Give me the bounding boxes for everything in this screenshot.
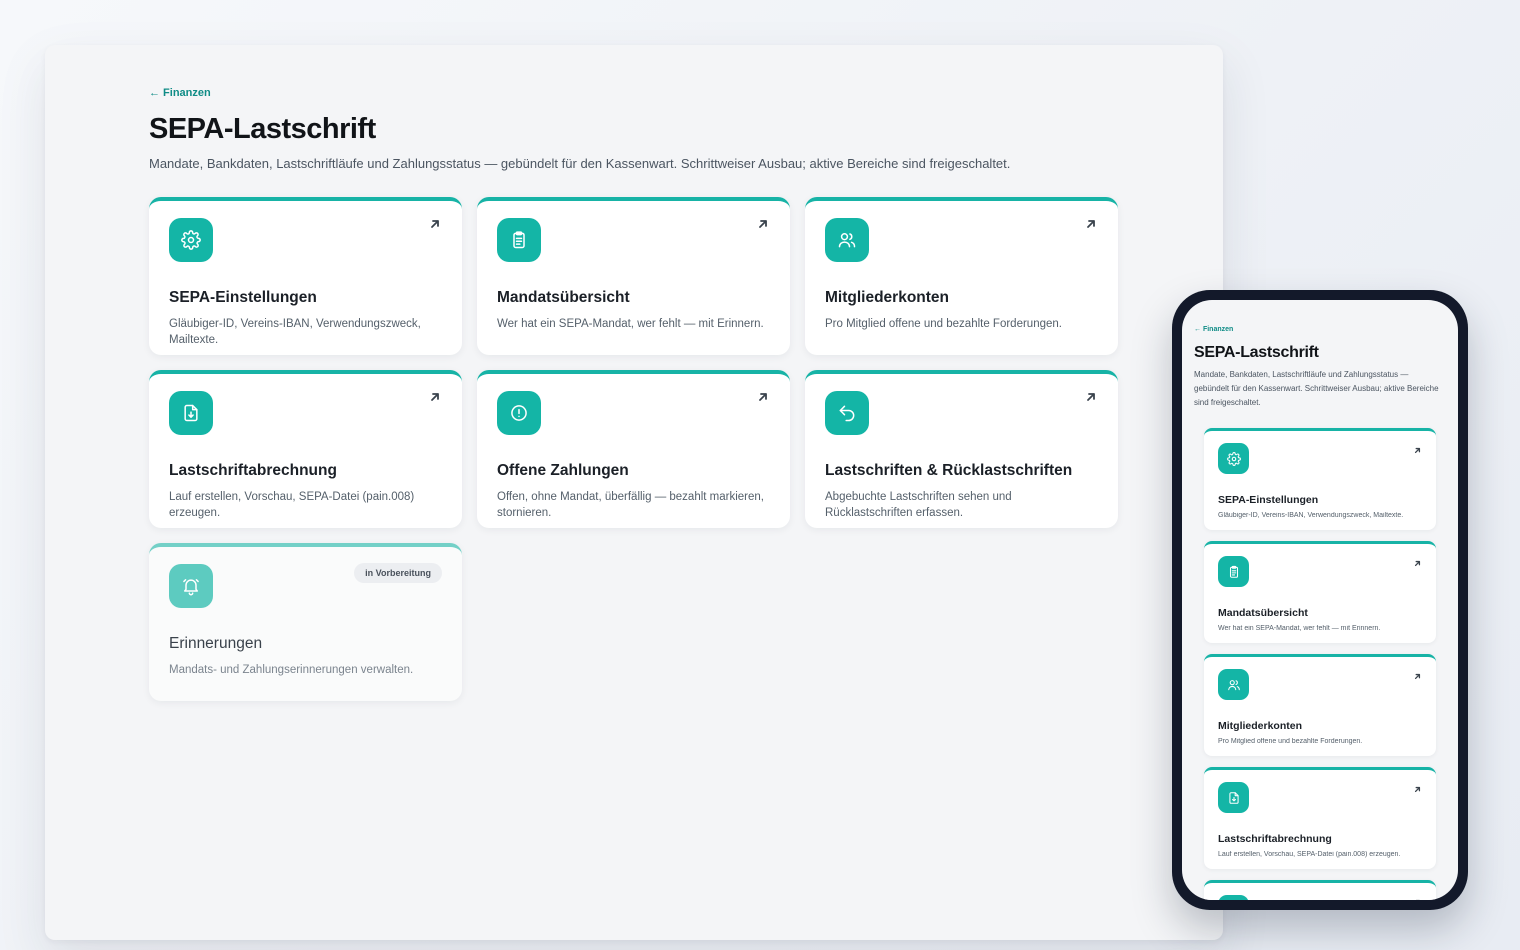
mobile-card-description: Pro Mitglied offene und bezahlte Forderu… [1218,738,1363,745]
mobile-card-title: Mandatsübersicht [1218,607,1308,619]
card-title: Lastschriftabrechnung [169,462,337,479]
card-sepa-einstellungen[interactable]: SEPA-Einstellungen Gläubiger-ID, Vereins… [149,197,462,355]
mobile-preview-frame: ← Finanzen SEPA-Lastschrift Mandate, Ban… [1172,290,1468,910]
mobile-card-mandatsuebersicht[interactable]: Mandatsübersicht Wer hat ein SEPA-Mandat… [1204,541,1436,643]
card-description: Offen, ohne Mandat, überfällig — bezahlt… [497,491,764,519]
card-lastschriften-ruecklastschriften[interactable]: Lastschriften & Rücklastschriften Abgebu… [805,370,1118,528]
arrow-up-right-icon [428,390,442,404]
card-title: Mandatsübersicht [497,289,630,306]
mobile-card-title: Mitgliederkonten [1218,720,1303,732]
users-icon [1218,669,1249,700]
bell-icon [169,564,213,608]
mobile-card-title: SEPA-Einstellungen [1218,494,1319,506]
mobile-back-link-finanzen[interactable]: ← Finanzen [1194,326,1446,333]
card-mitgliederkonten[interactable]: Mitgliederkonten Pro Mitglied offene und… [805,197,1118,355]
mobile-card-description: Wer hat ein SEPA-Mandat, wer fehlt — mit… [1218,625,1381,632]
card-title: SEPA-Einstellungen [169,289,317,306]
card-description: Gläubiger-ID, Vereins-IBAN, Verwendungsz… [169,318,421,346]
mobile-screen: ← Finanzen SEPA-Lastschrift Mandate, Ban… [1182,300,1458,900]
arrow-up-right-icon [756,390,770,404]
page-subtitle: Mandate, Bankdaten, Lastschriftläufe und… [149,156,1011,171]
arrow-up-right-icon [1413,668,1422,680]
desktop-view: ← Finanzen SEPA-Lastschrift Mandate, Ban… [45,45,1223,940]
card-mandatsuebersicht[interactable]: Mandatsübersicht Wer hat ein SEPA-Mandat… [477,197,790,355]
gear-icon [1218,443,1249,474]
mobile-card-offene-zahlungen[interactable] [1204,880,1436,900]
card-description: Mandats- und Zahlungserinnerungen verwal… [169,664,414,676]
mobile-card-description: Lauf erstellen, Vorschau, SEPA-Datei (pa… [1218,851,1401,858]
users-icon [825,218,869,262]
arrow-up-right-icon [1413,555,1422,567]
arrow-up-right-icon [756,217,770,231]
arrow-up-right-icon [428,217,442,231]
card-title: Offene Zahlungen [497,462,629,479]
mobile-card-lastschriftabrechnung[interactable]: Lastschriftabrechnung Lauf erstellen, Vo… [1204,767,1436,869]
card-description: Pro Mitglied offene und bezahlte Forderu… [825,318,1062,330]
alert-circle-icon [497,391,541,435]
card-title: Mitgliederkonten [825,289,950,306]
mobile-card-mitgliederkonten[interactable]: Mitgliederkonten Pro Mitglied offene und… [1204,654,1436,756]
arrow-up-right-icon [1084,390,1098,404]
back-link-finanzen[interactable]: ← Finanzen [149,87,211,99]
status-badge: in Vorbereitung [354,563,442,583]
feature-grid: SEPA-Einstellungen Gläubiger-ID, Vereins… [149,197,1223,701]
card-erinnerungen: in Vorbereitung Erinnerungen Mandats- un… [149,543,462,701]
arrow-up-right-icon [1413,781,1422,793]
undo-icon [825,391,869,435]
gear-icon [169,218,213,262]
mobile-card-title: Lastschriftabrechnung [1218,833,1332,845]
mobile-page-subtitle: Mandate, Bankdaten, Lastschriftläufe und… [1194,370,1439,407]
arrow-up-right-icon [1084,217,1098,231]
card-description: Wer hat ein SEPA-Mandat, wer fehlt — mit… [497,318,764,330]
card-lastschriftabrechnung[interactable]: Lastschriftabrechnung Lauf erstellen, Vo… [149,370,462,528]
card-description: Abgebuchte Lastschriften sehen und Rückl… [825,491,1012,519]
mobile-page-title: SEPA-Lastschrift [1194,344,1319,361]
file-download-icon [1218,782,1249,813]
card-title: Lastschriften & Rücklastschriften [825,462,1073,479]
page-title: SEPA-Lastschrift [149,113,376,145]
clipboard-icon [497,218,541,262]
file-download-icon [169,391,213,435]
card-offene-zahlungen[interactable]: Offene Zahlungen Offen, ohne Mandat, übe… [477,370,790,528]
card-title: Erinnerungen [169,635,263,652]
alert-circle-icon [1218,895,1249,900]
arrow-up-right-icon [1413,894,1422,900]
clipboard-icon [1218,556,1249,587]
arrow-up-right-icon [1413,442,1422,454]
card-description: Lauf erstellen, Vorschau, SEPA-Datei (pa… [169,491,415,519]
mobile-card-sepa-einstellungen[interactable]: SEPA-Einstellungen Gläubiger-ID, Vereins… [1204,428,1436,530]
mobile-card-description: Gläubiger-ID, Vereins-IBAN, Verwendungsz… [1218,512,1404,519]
